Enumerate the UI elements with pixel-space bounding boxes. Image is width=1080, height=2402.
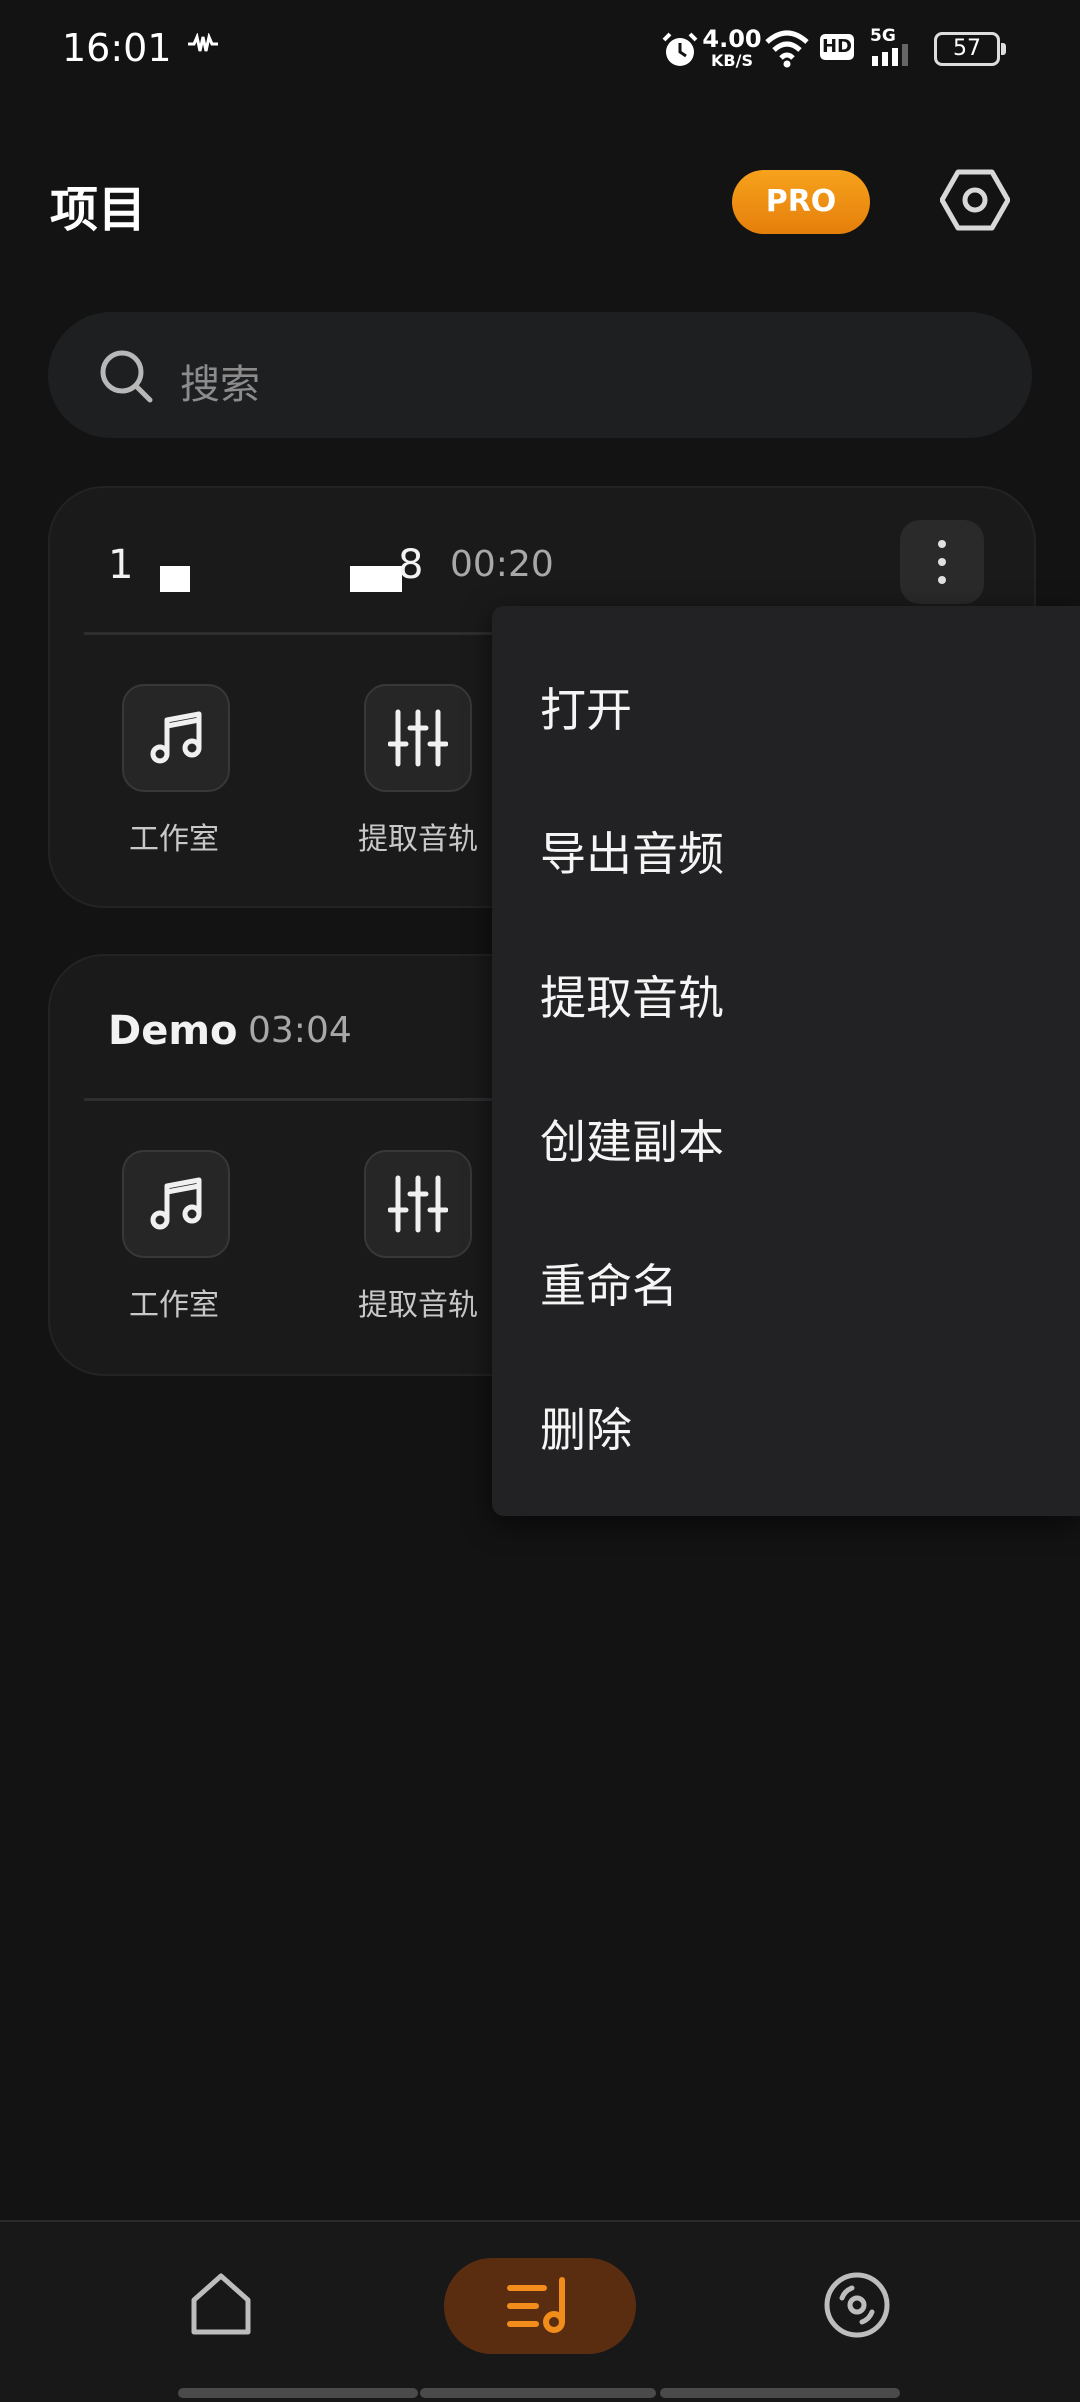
project-name-end: 8	[398, 542, 424, 588]
gesture-bar	[178, 2388, 418, 2398]
settings-button[interactable]	[939, 168, 1011, 236]
project-name: Demo	[108, 1008, 238, 1054]
status-time: 16:01	[62, 26, 172, 70]
menu-item-duplicate[interactable]: 创建副本	[540, 1106, 724, 1172]
gesture-bar	[420, 2388, 656, 2398]
menu-item-delete[interactable]: 删除	[540, 1394, 632, 1460]
menu-item-extract-tracks[interactable]: 提取音轨	[540, 962, 724, 1028]
studio-label: 工作室	[129, 822, 219, 857]
project-duration: 00:20	[450, 544, 554, 585]
hd-icon: HD	[820, 34, 854, 60]
nav-projects[interactable]	[444, 2258, 636, 2354]
context-menu	[492, 606, 1080, 1516]
home-icon	[191, 2273, 251, 2335]
wifi-icon	[764, 28, 810, 72]
menu-item-rename[interactable]: 重命名	[540, 1250, 678, 1316]
nav-home[interactable]	[186, 2270, 256, 2344]
page-title: 项目	[50, 182, 147, 238]
music-note-icon	[150, 1177, 202, 1230]
sliders-icon	[388, 709, 448, 767]
net-speed-value: 4.00	[702, 25, 762, 53]
search-input[interactable]: 搜索	[180, 352, 260, 410]
extract-tracks-label: 提取音轨	[358, 822, 478, 857]
redacted-block	[350, 566, 402, 592]
disc-icon	[824, 2272, 890, 2338]
sliders-icon	[388, 1175, 448, 1233]
extract-tracks-button[interactable]	[364, 684, 472, 792]
menu-item-export-audio[interactable]: 导出音频	[540, 818, 724, 884]
nav-disc[interactable]	[822, 2270, 892, 2344]
network-type-label: 5G	[870, 26, 896, 46]
notification-icon	[186, 32, 220, 62]
extract-tracks-button[interactable]	[364, 1150, 472, 1258]
settings-hex-icon	[939, 169, 1011, 231]
project-duration: 03:04	[248, 1010, 352, 1051]
search-icon	[98, 348, 156, 410]
more-options-button[interactable]	[900, 520, 984, 604]
pro-button[interactable]: PRO	[732, 170, 870, 234]
signal-icon	[870, 44, 916, 70]
extract-tracks-label: 提取音轨	[358, 1288, 478, 1323]
music-note-icon	[150, 711, 202, 764]
projects-icon	[507, 2277, 565, 2333]
menu-item-open[interactable]: 打开	[540, 674, 632, 740]
battery-indicator: 57	[934, 32, 1006, 66]
studio-button[interactable]	[122, 684, 230, 792]
project-name-start: 1	[108, 542, 134, 588]
gesture-bar	[660, 2388, 900, 2398]
studio-label: 工作室	[129, 1288, 219, 1323]
alarm-icon	[660, 30, 700, 74]
studio-button[interactable]	[122, 1150, 230, 1258]
net-speed-unit: KB/S	[711, 51, 753, 70]
redacted-block	[160, 566, 190, 592]
